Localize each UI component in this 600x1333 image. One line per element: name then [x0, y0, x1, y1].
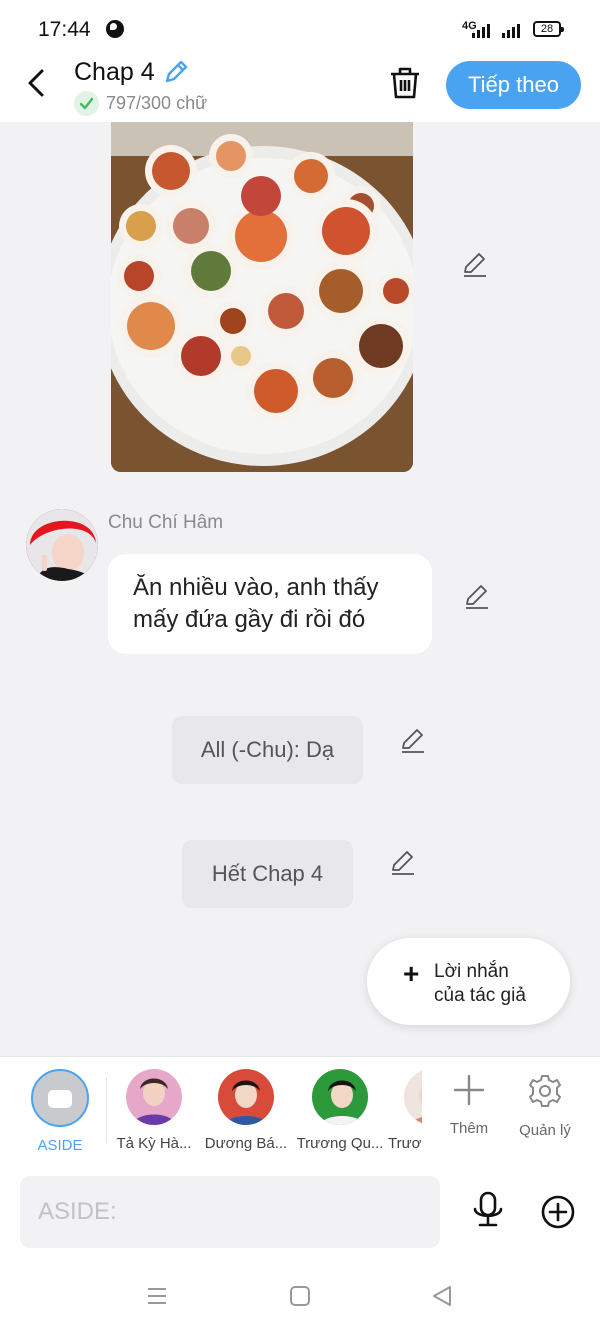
character-avatar — [126, 1069, 182, 1125]
author-note-line: Lời nhắn — [434, 961, 509, 982]
message-line: Ăn nhiều vào, anh thấy — [133, 574, 379, 601]
edit-message-button[interactable] — [462, 582, 492, 617]
aside-avatar-icon — [31, 1069, 89, 1127]
author-note-line: của tác giả — [434, 985, 526, 1006]
character-name: ASIDE — [37, 1137, 83, 1154]
globe-icon — [106, 20, 124, 38]
character-avatar — [404, 1069, 422, 1125]
pencil-icon — [392, 851, 414, 875]
aside-message[interactable]: All (-Chu): Dạ — [172, 716, 363, 784]
menu-icon[interactable] — [145, 1284, 169, 1313]
character-item[interactable]: Trương Qu... — [294, 1069, 386, 1152]
sender-name: Chu Chí Hâm — [108, 512, 224, 533]
plus-icon — [453, 1074, 485, 1106]
manage-button[interactable]: Quản lý — [510, 1073, 580, 1139]
chapter-title: Chap 4 — [74, 58, 155, 86]
character-item[interactable]: Tả Kỳ Hà... — [108, 1069, 200, 1152]
trash-icon — [391, 67, 419, 99]
chevron-left-icon — [28, 69, 44, 97]
add-character-button[interactable]: Thêm — [434, 1073, 504, 1137]
next-button[interactable]: Tiếp theo — [446, 61, 581, 109]
sender-avatar[interactable] — [26, 509, 98, 581]
plus-icon: + — [403, 958, 420, 989]
battery-icon: 28 — [533, 21, 564, 37]
pencil-icon — [464, 253, 486, 277]
author-note-button[interactable]: + Lời nhắn của tác giả — [367, 938, 570, 1025]
manage-label: Quản lý — [519, 1122, 571, 1139]
word-count: 797/300 chữ — [106, 93, 208, 113]
aside-message[interactable]: Hết Chap 4 — [182, 840, 353, 908]
pencil-icon — [466, 585, 488, 609]
character-name: Trương Qu... — [296, 1135, 384, 1152]
character-avatar — [218, 1069, 274, 1125]
check-icon — [74, 91, 99, 116]
food-image — [111, 122, 413, 472]
character-item[interactable]: Trươ — [388, 1069, 422, 1152]
chat-area: Chu Chí Hâm Ăn nhiều vào, anh thấy mấy đ… — [0, 122, 600, 1056]
add-label: Thêm — [449, 1120, 489, 1137]
composer — [0, 1164, 600, 1260]
pencil-icon — [402, 729, 424, 753]
edit-aside-button[interactable] — [398, 726, 428, 761]
signal-icon-2 — [502, 22, 520, 38]
character-name: Tả Kỳ Hà... — [116, 1135, 192, 1152]
divider — [106, 1077, 107, 1143]
message-line: mấy đứa gầy đi rồi đó — [133, 606, 366, 633]
status-bar: 17:44 4G 28 — [0, 0, 600, 56]
back-button[interactable] — [22, 66, 52, 100]
character-item[interactable]: Dương Bá... — [200, 1069, 292, 1152]
add-attachment-button[interactable] — [540, 1194, 576, 1235]
character-bar: ASIDE Tả Kỳ Hà... Dương Bá... Trương Qu.… — [0, 1056, 600, 1164]
microphone-icon — [473, 1191, 503, 1227]
pencil-icon — [165, 60, 188, 83]
home-icon[interactable] — [288, 1284, 312, 1313]
system-nav-bar — [0, 1260, 600, 1333]
avatar-image — [26, 509, 98, 581]
gear-icon — [529, 1075, 561, 1107]
character-avatar — [312, 1069, 368, 1125]
character-name: Trươ — [388, 1135, 422, 1152]
message-input[interactable] — [20, 1176, 440, 1248]
signal-icon — [472, 22, 490, 38]
message-bubble[interactable]: Ăn nhiều vào, anh thấy mấy đứa gầy đi rồ… — [108, 554, 432, 654]
food-photo[interactable] — [111, 122, 413, 472]
voice-button[interactable] — [470, 1190, 506, 1235]
chapter-header: Chap 4 797/300 chữ Tiếp theo — [0, 56, 600, 122]
edit-aside-button[interactable] — [388, 848, 418, 883]
delete-button[interactable] — [388, 65, 422, 106]
edit-title-button[interactable] — [162, 58, 190, 91]
edit-image-button[interactable] — [460, 250, 490, 285]
back-triangle-icon[interactable] — [430, 1284, 454, 1313]
character-aside[interactable]: ASIDE — [14, 1069, 106, 1154]
plus-circle-icon — [541, 1195, 575, 1229]
status-time: 17:44 — [38, 18, 91, 41]
character-name: Dương Bá... — [204, 1135, 288, 1152]
author-note-label: Lời nhắn của tác giả — [434, 960, 526, 1008]
